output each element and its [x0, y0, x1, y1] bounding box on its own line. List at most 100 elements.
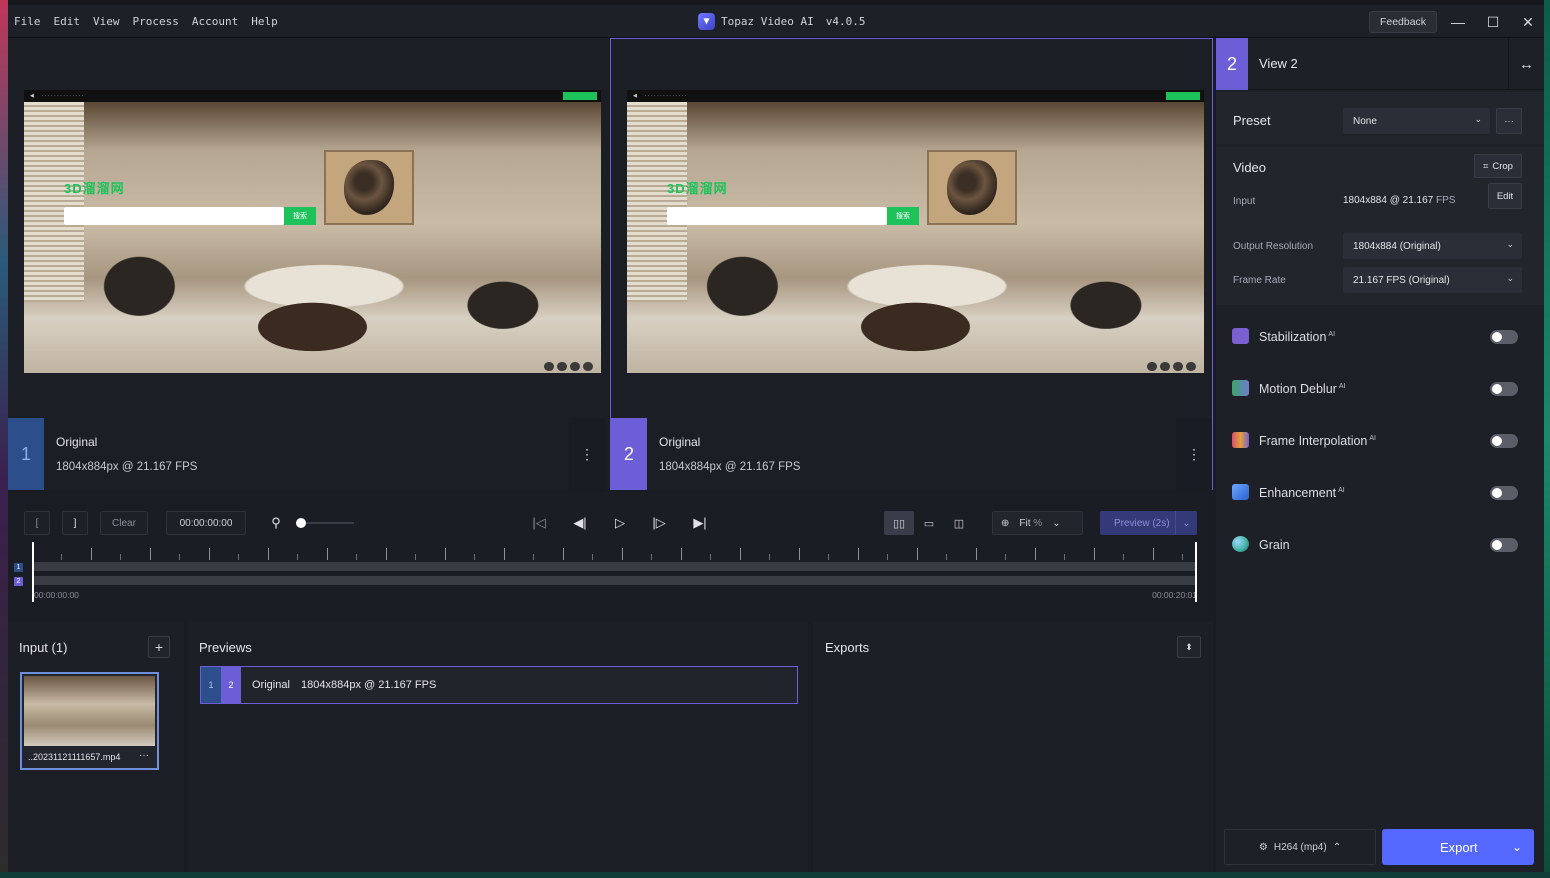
view-header-title: View 2	[1259, 56, 1298, 71]
go-to-start-icon[interactable]: |◁	[527, 511, 551, 535]
frame-window-blinds	[24, 102, 84, 302]
chevron-down-icon: ⌄	[1474, 114, 1482, 124]
preset-select[interactable]: None ⌄	[1343, 108, 1490, 134]
zoom-search-icon[interactable]: ⚲	[264, 511, 288, 535]
track-badge-2: 2	[14, 577, 23, 586]
mark-out-button[interactable]: ]	[62, 511, 88, 535]
add-input-button[interactable]: +	[148, 636, 170, 658]
side-by-side-view-icon[interactable]: ▯▯	[884, 511, 914, 535]
crop-button[interactable]: ⌗ Crop	[1474, 154, 1522, 178]
timeline-track-2	[32, 576, 1197, 585]
mark-in-button[interactable]: [	[24, 511, 50, 535]
preview-list-item[interactable]: 1 2 Original 1804x884px @ 21.167 FPS	[200, 666, 798, 704]
viewport-2[interactable]: ◀ · · · · · · · · · · · · · · 3D溜溜网 搜索 2 …	[610, 38, 1213, 490]
timeline-zoom-track[interactable]	[298, 522, 354, 524]
menu-file[interactable]: File	[14, 15, 41, 28]
step-forward-icon[interactable]: |▷	[647, 511, 671, 535]
video-frame-2: ◀ · · · · · · · · · · · · · · 3D溜溜网 搜索	[627, 90, 1204, 373]
view-title-2: Original	[659, 435, 701, 449]
feature-enhancement[interactable]: Enhancement AI	[1216, 466, 1544, 518]
input-details: 1804x884 @ 21.167 FPS	[1343, 195, 1456, 206]
timeline[interactable]: 00:00:00:00 00:00:20:01	[32, 544, 1197, 602]
output-resolution-label: Output Resolution	[1233, 241, 1314, 252]
export-button[interactable]: Export ⌄	[1382, 829, 1534, 865]
menu-view[interactable]: View	[93, 15, 120, 28]
menu-process[interactable]: Process	[133, 15, 179, 28]
view-number-badge: 2	[1216, 38, 1248, 90]
feature-stabilization[interactable]: Stabilization AI	[1216, 310, 1544, 362]
frame-rate-label: Frame Rate	[1233, 275, 1286, 286]
view-title-1: Original	[56, 435, 98, 449]
view-info-2: 2 Original 1804x884px @ 21.167 FPS ⋮	[611, 418, 1212, 490]
chevron-down-icon: ⌄	[1506, 273, 1514, 283]
view-subtitle-2: 1804x884px @ 21.167 FPS	[659, 461, 801, 473]
view-1-more-icon[interactable]: ⋮	[569, 418, 605, 490]
step-back-icon[interactable]: ◀|	[568, 511, 592, 535]
grain-label: Grain	[1259, 538, 1290, 552]
timecode-input[interactable]: 00:00:00:00	[166, 511, 246, 535]
close-icon[interactable]: ✕	[1516, 11, 1540, 33]
preset-value: None	[1353, 115, 1377, 127]
input-file-more-icon[interactable]: ···	[139, 750, 149, 761]
enhancement-icon	[1232, 484, 1249, 500]
stabilization-toggle[interactable]	[1490, 330, 1518, 344]
menu-bar: File Edit View Process Account Help	[14, 15, 291, 28]
swap-arrows-icon[interactable]: ↔	[1508, 38, 1544, 90]
preview-button[interactable]: Preview (2s) ⌄	[1100, 511, 1197, 535]
codec-select[interactable]: ⚙ H264 (mp4) ⌃	[1224, 829, 1376, 865]
crop-label: Crop	[1492, 160, 1513, 172]
export-dropdown-icon[interactable]: ⌄	[1500, 829, 1534, 865]
enhancement-label: Enhancement AI	[1259, 486, 1345, 500]
playhead[interactable]	[32, 542, 34, 602]
topaz-logo-icon: ▼	[698, 13, 715, 30]
stabilization-icon	[1232, 328, 1249, 344]
viewport-1[interactable]: ◀ · · · · · · · · · · · · · · 3D溜溜网 搜索 1 …	[8, 38, 609, 490]
output-resolution-select[interactable]: 1804x884 (Original) ⌄	[1343, 233, 1522, 259]
app-name: Topaz Video AI	[721, 15, 814, 28]
input-panel: Input (1) + ..20231121111657.mp4 ···	[8, 622, 184, 872]
zoom-fit-select[interactable]: ⊕ Fit % ⌄	[992, 511, 1083, 535]
input-thumbnail-image	[24, 676, 155, 746]
go-to-end-icon[interactable]: ▶|	[688, 511, 712, 535]
motion-deblur-icon	[1232, 380, 1249, 396]
feature-frame-interpolation[interactable]: Frame Interpolation AI	[1216, 414, 1544, 466]
feedback-button[interactable]: Feedback	[1369, 11, 1437, 33]
input-file-thumbnail[interactable]: ..20231121111657.mp4 ···	[20, 672, 159, 770]
view-2-more-icon[interactable]: ⋮	[1176, 418, 1212, 490]
fit-label: Fit %	[1019, 517, 1043, 529]
preset-section: Preset None ⌄ ···	[1216, 92, 1544, 144]
frame-website-nav: ◀ · · · · · · · · · · · · · ·	[24, 90, 601, 102]
split-view-icon[interactable]: ◫	[944, 511, 974, 535]
frame-interpolation-toggle[interactable]	[1490, 434, 1518, 448]
preview-dropdown-icon[interactable]: ⌄	[1175, 511, 1197, 535]
maximize-icon[interactable]: ☐	[1481, 11, 1505, 33]
edit-input-button[interactable]: Edit	[1488, 183, 1522, 209]
crop-icon: ⌗	[1483, 160, 1489, 172]
frame-rate-select[interactable]: 21.167 FPS (Original) ⌄	[1343, 267, 1522, 293]
clear-button[interactable]: Clear	[100, 511, 148, 535]
sort-icon[interactable]: ⬍	[1177, 636, 1201, 658]
single-view-icon[interactable]: ▭	[914, 511, 944, 535]
input-label: Input	[1233, 196, 1256, 207]
frame-search-button-label-2: 搜索	[896, 213, 910, 220]
menu-help[interactable]: Help	[251, 15, 278, 28]
preset-more-icon[interactable]: ···	[1496, 108, 1522, 134]
frame-search-bar: 搜索	[64, 207, 316, 225]
menu-edit[interactable]: Edit	[54, 15, 81, 28]
minimize-icon[interactable]: —	[1446, 11, 1470, 33]
feature-grain[interactable]: Grain	[1216, 518, 1544, 570]
enhancement-toggle[interactable]	[1490, 486, 1518, 500]
timeline-zoom-knob[interactable]	[296, 518, 306, 528]
out-point-marker[interactable]	[1195, 542, 1197, 602]
menu-account[interactable]: Account	[192, 15, 238, 28]
frame-search-bar-2: 搜索	[667, 207, 919, 225]
frame-room-scene-2	[627, 102, 1204, 373]
play-icon[interactable]: ▷	[608, 511, 632, 535]
export-footer: ⚙ H264 (mp4) ⌃ Export ⌄	[1216, 826, 1544, 872]
grain-toggle[interactable]	[1490, 538, 1518, 552]
desktop-background-bottom	[0, 872, 1550, 878]
frame-brand-text-2: 3D溜溜网	[667, 181, 728, 196]
motion-deblur-toggle[interactable]	[1490, 382, 1518, 396]
frame-room-scene	[24, 102, 601, 373]
feature-motion-deblur[interactable]: Motion Deblur AI	[1216, 362, 1544, 414]
